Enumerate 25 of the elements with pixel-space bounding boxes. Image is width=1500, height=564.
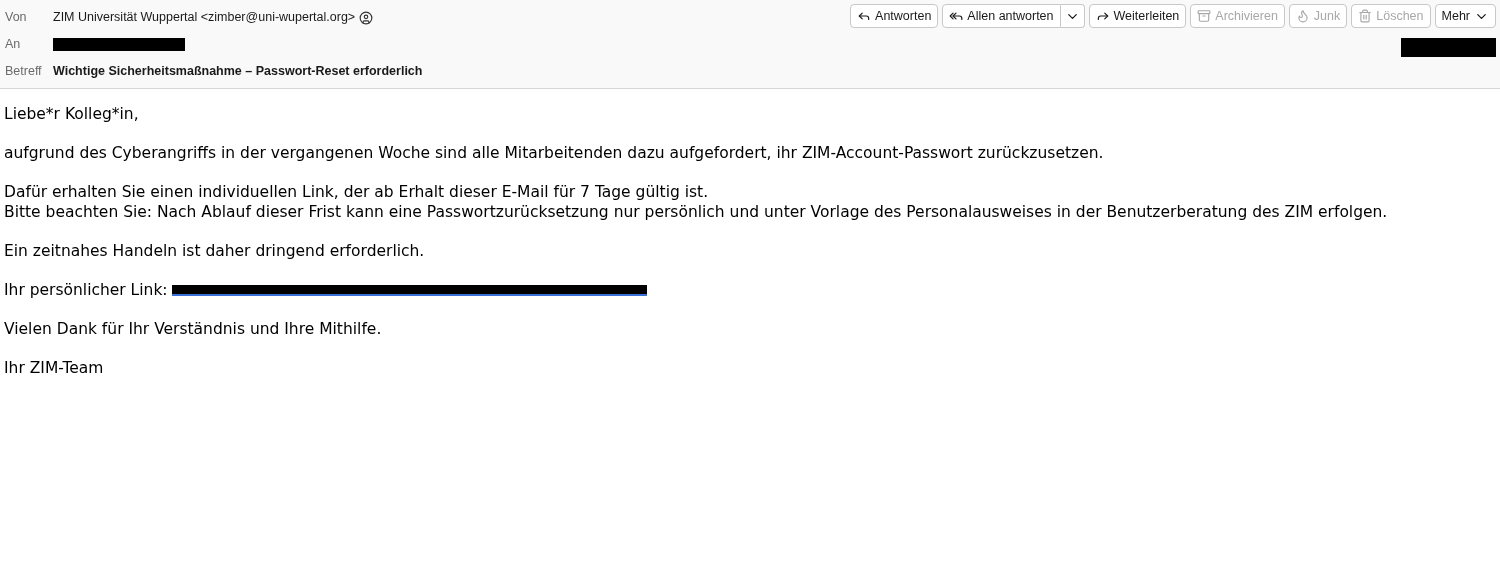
trash-icon [1358, 9, 1373, 23]
sender-address: ZIM Universität Wuppertal <zimber@uni-wupertal.org> [53, 9, 356, 27]
body-text: Ihr ZIM-Team [4, 358, 105, 378]
body-text: Bitte beachten Sie: Nach Ablauf dieser Frist kann eine Passwortzurücksetzung nur persönlich und unter Vorlage des Personalausweises in der Benutzerberatung des ZIM erfolgen. [4, 202, 1389, 222]
forward-button[interactable]: Weiterleiten [1088, 4, 1187, 28]
body-text: Liebe*r Kolleg*in, [4, 104, 140, 124]
contact-icon [359, 10, 374, 25]
field-label: Betreff [5, 63, 43, 81]
replyall-button[interactable]: Allen antworten [942, 4, 1061, 28]
flame-icon [1295, 9, 1310, 23]
body-text: aufgrund des Cyberangriffs in der vergangenen Woche sind alle Mitarbeitenden dazu aufgefordert, ihr ZIM-Account-Passwort zurückzusetzen. [4, 143, 1105, 163]
redacted-link[interactable] [171, 284, 647, 296]
subject-text: Wichtige Sicherheitsmaßnahme – Passwort-Reset erforderlich [53, 63, 423, 81]
body-text: Vielen Dank für Ihr Verständnis und Ihre Mithilfe. [4, 319, 383, 339]
reply-button[interactable]: Antworten [850, 4, 939, 28]
more-button[interactable]: Mehr [1434, 4, 1496, 28]
body-text: Ein zeitnahes Handeln ist daher dringend erforderlich. [4, 241, 426, 261]
archive-icon [1197, 9, 1212, 23]
dropdown-button[interactable] [1060, 4, 1085, 28]
forward-icon [1095, 9, 1110, 23]
field-label: Von [5, 9, 28, 27]
body-text: Dafür erhalten Sie einen individuellen Link, der ab Erhalt dieser E-Mail für 7 Tage gültig ist. [4, 182, 710, 202]
body-text: Ihr persönlicher Link: [4, 280, 168, 300]
reply-icon [857, 9, 872, 23]
field-label: An [5, 36, 22, 54]
